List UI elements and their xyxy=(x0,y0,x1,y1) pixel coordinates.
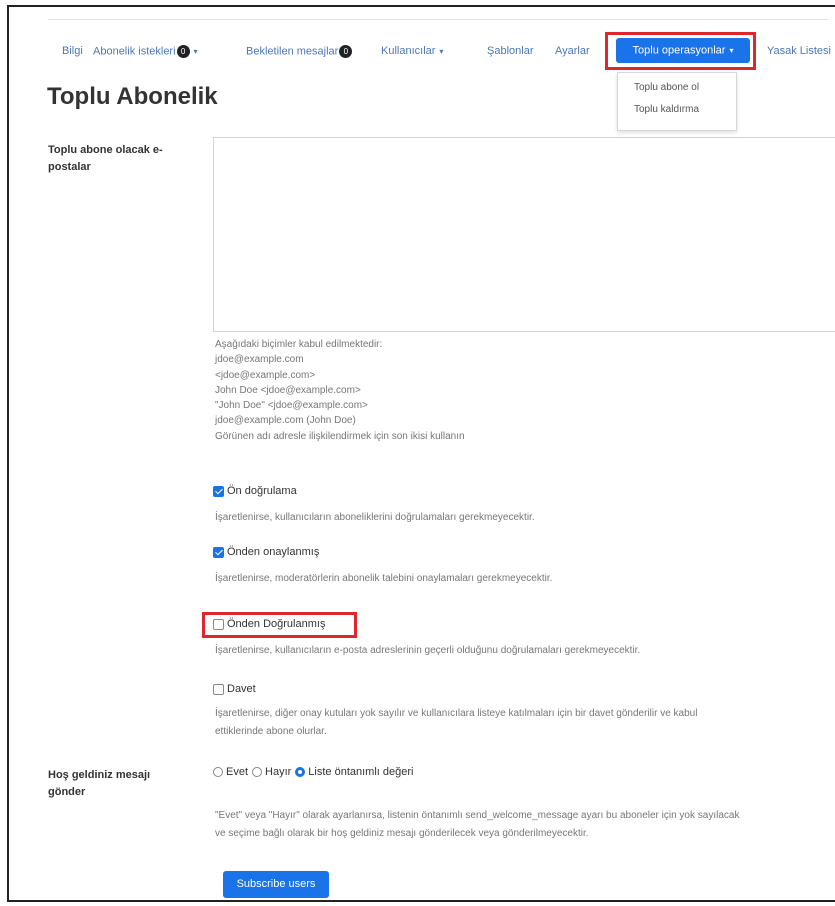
radio-label: Evet xyxy=(226,766,249,778)
welcome-default-radio[interactable] xyxy=(295,767,306,777)
pre-verified-checkbox[interactable] xyxy=(213,485,224,497)
nav-tab-label: Bekletilen mesajlar xyxy=(246,45,339,58)
count-badge: 0 xyxy=(339,45,353,58)
nav-tab-label: Şablonlar xyxy=(487,45,534,57)
nav-tab-subscription-requests[interactable]: Abonelik istekleri 0 ▾ xyxy=(93,45,198,58)
dropdown-item-mass-subscribe[interactable]: Toplu abone ol xyxy=(634,82,699,93)
option-label: Ön doğrulama xyxy=(227,485,297,497)
pre-approved-option[interactable]: Önden onaylanmış xyxy=(213,546,319,558)
nav-tab-label: Kullanıcılar xyxy=(381,45,436,57)
pre-confirmed-checkbox[interactable] xyxy=(213,618,224,630)
nav-tab-label: Abonelik istekleri xyxy=(93,45,176,58)
welcome-radio-group: Evet Hayır Liste öntanımlı değeri xyxy=(213,766,417,778)
nav-tab-info[interactable]: Bilgi xyxy=(62,45,83,57)
count-badge: 0 xyxy=(176,45,190,58)
subscribe-users-button[interactable]: Subscribe users xyxy=(223,871,329,898)
nav-tab-label: Bilgi xyxy=(62,45,83,57)
option-description: İşaretlenirse, moderatörlerin abonelik t… xyxy=(215,573,553,584)
option-description: İşaretlenirse, kullanıcıların e-posta ad… xyxy=(215,645,641,656)
nav-tab-users[interactable]: Kullanıcılar ▾ xyxy=(381,45,443,57)
caret-down-icon: ▾ xyxy=(439,46,444,56)
emails-field-label: Toplu abone olacak e-postalar xyxy=(48,144,163,173)
nav-tab-held-messages[interactable]: Bekletilen mesajlar 0 xyxy=(246,45,353,58)
emails-textarea[interactable] xyxy=(213,137,835,332)
pre-approved-checkbox[interactable] xyxy=(213,546,224,558)
help-line: <jdoe@example.com> xyxy=(215,369,316,381)
option-label: Önden onaylanmış xyxy=(227,546,320,558)
option-label: Önden Doğrulanmış xyxy=(227,618,326,630)
mass-operations-dropdown: Toplu abone ol Toplu kaldırma xyxy=(617,72,737,131)
nav-tab-mass-operations[interactable]: Toplu operasyonlar ▾ xyxy=(616,38,750,63)
option-description: İşaretlenirse, kullanıcıların abonelikle… xyxy=(215,512,535,523)
help-line: Aşağıdaki biçimler kabul edilmektedir: xyxy=(215,339,383,350)
help-line: Görünen adı adresle ilişkilendirmek için… xyxy=(215,430,465,442)
option-label: Davet xyxy=(227,683,256,695)
help-line: John Doe <jdoe@example.com> xyxy=(215,384,361,396)
top-divider xyxy=(48,19,828,20)
caret-down-icon: ▾ xyxy=(193,47,198,56)
option-description: ettiklerinde abone olurlar. xyxy=(215,726,327,737)
page-title: Toplu Abonelik xyxy=(47,83,218,110)
welcome-help-text: "Evet" veya "Hayır" olarak ayarlanırsa, … xyxy=(215,810,740,821)
option-description: İşaretlenirse, diğer onay kutuları yok s… xyxy=(215,708,698,719)
nav-tab-label: Toplu operasyonlar xyxy=(632,44,726,57)
help-line: "John Doe" <jdoe@example.com> xyxy=(215,400,368,412)
dropdown-item-mass-remove[interactable]: Toplu kaldırma xyxy=(634,104,699,115)
nav-tab-label: Yasak Listesi xyxy=(767,45,831,57)
welcome-field-label: Hoş geldiniz mesajı gönder xyxy=(48,769,151,798)
help-line: jdoe@example.com (John Doe) xyxy=(215,415,356,427)
pre-confirmed-option[interactable]: Önden Doğrulanmış xyxy=(213,618,325,630)
caret-down-icon: ▾ xyxy=(729,46,734,55)
radio-label: Hayır xyxy=(265,766,292,778)
welcome-help-text: ve seçime bağlı olarak bir hoş geldiniz … xyxy=(215,828,589,839)
nav-tab-templates[interactable]: Şablonlar xyxy=(487,45,533,57)
radio-label: Liste öntanımlı değeri xyxy=(308,766,414,778)
invitation-option[interactable]: Davet xyxy=(213,683,256,695)
nav-tab-ban-list[interactable]: Yasak Listesi xyxy=(767,45,831,57)
help-line: jdoe@example.com xyxy=(215,354,304,366)
emails-help-text: Aşağıdaki biçimler kabul edilmektedir: j… xyxy=(215,337,465,444)
welcome-yes-radio[interactable] xyxy=(213,767,223,777)
pre-verified-option[interactable]: Ön doğrulama xyxy=(213,485,297,497)
nav-tab-settings[interactable]: Ayarlar xyxy=(555,45,590,57)
nav-tab-label: Ayarlar xyxy=(555,45,590,57)
welcome-no-radio[interactable] xyxy=(252,767,263,777)
invitation-checkbox[interactable] xyxy=(213,683,224,695)
